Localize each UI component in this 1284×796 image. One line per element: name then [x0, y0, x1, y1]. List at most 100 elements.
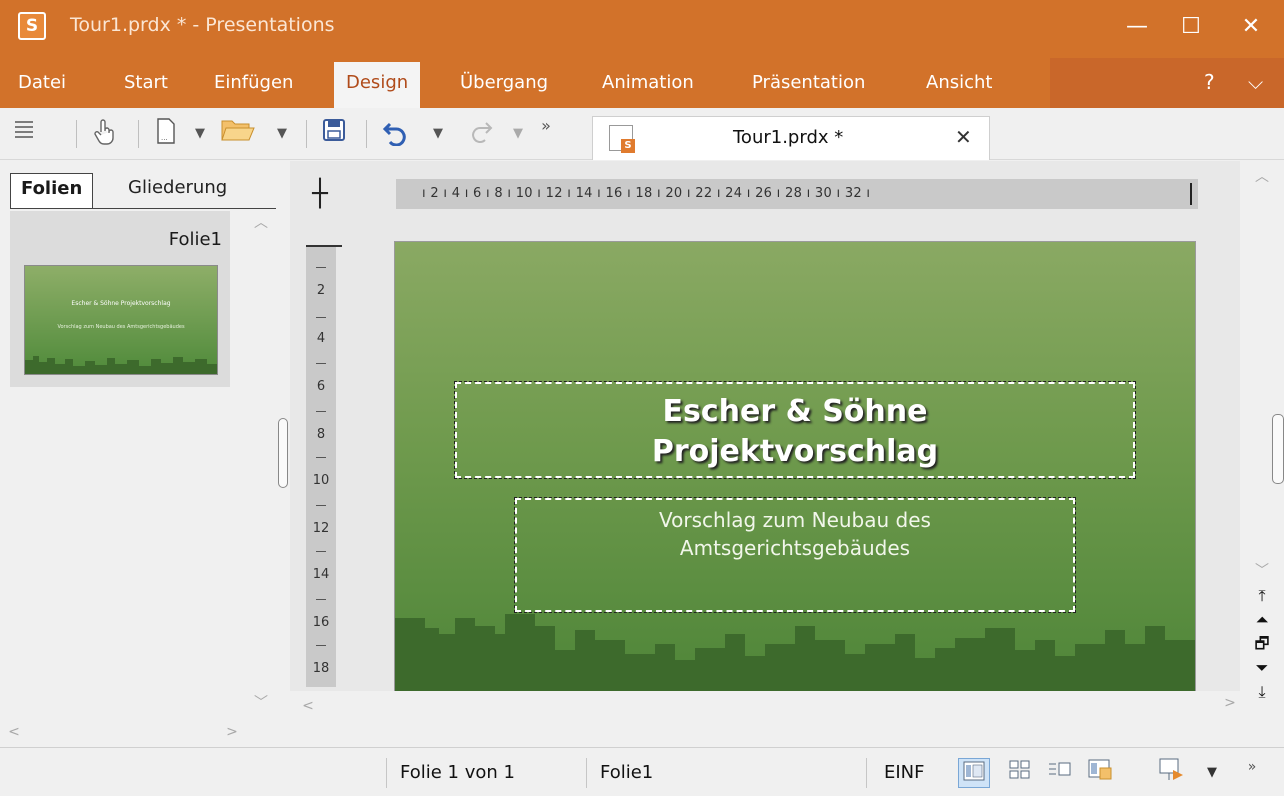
slide-title-line-2: Projektvorschlag	[651, 434, 939, 469]
slide-subtitle-line-2: Amtsgerichtsgebäudes	[679, 536, 911, 560]
horizontal-ruler: ı 2 ı 4 ı 6 ı 8 ı 10 ı 12 ı 14 ı 16 ı 18…	[396, 179, 1198, 209]
scroll-down-arrow-icon[interactable]: ﹀	[1248, 559, 1276, 583]
first-slide-icon[interactable]: ⤒	[1248, 585, 1276, 607]
menu-ansicht[interactable]: Ansicht	[926, 72, 992, 93]
undo-icon[interactable]	[378, 118, 414, 150]
open-folder-icon[interactable]	[218, 118, 258, 150]
menu-animation[interactable]: Animation	[602, 72, 694, 93]
maximize-button[interactable]: ☐	[1166, 6, 1216, 48]
scroll-left-arrow-icon[interactable]: <	[2, 720, 26, 744]
tab-divider	[10, 208, 276, 209]
ribbon-menu-bar: Datei Start Einfügen Design Übergang Ani…	[0, 58, 1284, 108]
ruler-dash	[316, 363, 326, 364]
sidebar-vertical-scrollbar[interactable]: ︿ ﹀	[246, 211, 276, 715]
scroll-right-arrow-icon[interactable]: >	[220, 720, 244, 744]
menu-uebergang[interactable]: Übergang	[460, 72, 548, 93]
menu-einfuegen[interactable]: Einfügen	[214, 72, 293, 93]
app-icon: S	[18, 12, 46, 40]
ruler-dash	[316, 457, 326, 458]
toolbar-separator	[306, 120, 307, 148]
quick-access-toolbar: ... ▼ ▼ ▼ ▼ » Tour1.prdx * ✕	[0, 108, 1284, 160]
ruler-origin-icon[interactable]: ┼	[306, 181, 334, 209]
slide-sidebar: Folien Gliederung Folie1 Escher & Söhne …	[0, 161, 276, 747]
new-document-dropdown-icon[interactable]: ▼	[190, 118, 210, 150]
svg-text:...: ...	[161, 134, 168, 142]
tab-folien[interactable]: Folien	[10, 173, 94, 209]
menu-design[interactable]: Design	[334, 62, 421, 108]
toolbar-overflow-icon[interactable]: »	[536, 110, 556, 142]
save-icon[interactable]	[318, 118, 350, 150]
menu-icon[interactable]	[10, 118, 38, 150]
slide-canvas[interactable]: Escher & Söhne Projektvorschlag Vorschla…	[394, 241, 1196, 695]
help-button[interactable]: ?	[1204, 70, 1215, 94]
thumbnail-subtitle: Vorschlag zum Neubau des Amtsgerichtsgeb…	[57, 324, 185, 330]
ruler-mark: 18	[312, 661, 330, 676]
tab-gliederung[interactable]: Gliederung	[118, 173, 237, 209]
document-tab[interactable]: Tour1.prdx * ✕	[592, 116, 990, 160]
previous-slide-icon[interactable]: ⏶	[1248, 609, 1276, 631]
horizontal-ruler-ticks: ı 2 ı 4 ı 6 ı 8 ı 10 ı 12 ı 14 ı 16 ı 18…	[422, 186, 871, 201]
toolbar-separator	[138, 120, 139, 148]
start-presentation-icon[interactable]	[1156, 758, 1188, 788]
ruler-mark: 8	[316, 427, 326, 442]
slide-name-status: Folie1	[600, 762, 654, 783]
ruler-dash	[316, 317, 326, 318]
ruler-dash	[316, 267, 326, 268]
scroll-up-arrow-icon[interactable]: ︿	[246, 211, 276, 235]
handout-view-icon[interactable]	[1084, 758, 1116, 788]
minimize-button[interactable]: —	[1112, 6, 1162, 48]
ruler-dash	[316, 645, 326, 646]
ruler-mark: 2	[316, 283, 326, 298]
ruler-dash	[316, 551, 326, 552]
presentation-file-icon	[609, 125, 635, 153]
insert-mode-status[interactable]: EINF	[884, 762, 925, 783]
next-slide-icon[interactable]: ⏷	[1248, 657, 1276, 679]
menu-datei[interactable]: Datei	[18, 72, 66, 93]
touch-hand-icon[interactable]	[88, 118, 120, 150]
thumbnail-skyline	[25, 356, 217, 374]
slide-sorter-view-icon[interactable]	[1004, 758, 1036, 788]
subtitle-placeholder[interactable]: Vorschlag zum Neubau des Amtsgerichtsgeb…	[514, 497, 1076, 613]
collapse-ribbon-button[interactable]: ⌵	[1248, 70, 1263, 94]
new-document-icon[interactable]: ...	[152, 118, 180, 150]
ruler-mark: 4	[316, 331, 326, 346]
toolbar-separator	[366, 120, 367, 148]
status-separator	[386, 758, 387, 788]
menu-start[interactable]: Start	[124, 72, 168, 93]
last-slide-icon[interactable]: ⤓	[1248, 681, 1276, 703]
scroll-left-arrow-icon[interactable]: <	[296, 694, 320, 718]
scroll-down-arrow-icon[interactable]: ﹀	[246, 691, 276, 715]
close-tab-icon[interactable]: ✕	[955, 125, 972, 149]
sidebar-splitter-handle[interactable]	[278, 418, 288, 488]
close-window-button[interactable]: ✕	[1226, 6, 1276, 48]
ruler-mark: 12	[312, 521, 330, 536]
outline-view-icon[interactable]	[1044, 758, 1076, 788]
normal-view-icon[interactable]	[958, 758, 990, 788]
title-placeholder[interactable]: Escher & Söhne Projektvorschlag	[454, 381, 1136, 479]
slide-navigator-icon[interactable]: 🗗	[1248, 633, 1276, 655]
ruler-mark: 14	[312, 567, 330, 582]
slide-editor: ┼ ı 2 ı 4 ı 6 ı 8 ı 10 ı 12 ı 14 ı 16 ı …	[290, 161, 1240, 721]
thumbnail-title: Escher & Söhne Projektvorschlag	[71, 300, 171, 307]
slide-thumbnail[interactable]: Folie1 Escher & Söhne Projektvorschlag V…	[10, 211, 230, 387]
ruler-right-margin-marker[interactable]	[1190, 183, 1192, 205]
menu-praesentation[interactable]: Präsentation	[752, 72, 865, 93]
scroll-up-arrow-icon[interactable]: ︿	[1248, 165, 1276, 189]
toolbar-separator	[76, 120, 77, 148]
ruler-mark: 16	[312, 615, 330, 630]
status-separator	[866, 758, 867, 788]
right-pane-splitter-handle[interactable]	[1272, 414, 1284, 484]
slide-title-line-1: Escher & Söhne	[662, 394, 928, 429]
ruler-dash	[316, 411, 326, 412]
open-dropdown-icon[interactable]: ▼	[272, 118, 292, 150]
title-bar: S Tour1.prdx * - Presentations — ☐ ✕	[0, 0, 1284, 58]
sidebar-horizontal-scrollbar[interactable]: < >	[0, 717, 246, 747]
undo-dropdown-icon[interactable]: ▼	[428, 118, 448, 150]
editor-horizontal-scrollbar[interactable]: <	[290, 691, 1240, 721]
status-overflow-icon[interactable]: »	[1242, 752, 1262, 782]
document-tab-label: Tour1.prdx *	[733, 127, 844, 148]
vertical-ruler: 2 4 6 8 10 12 14 16 18	[306, 245, 336, 687]
vertical-ruler-margin-marker[interactable]	[306, 245, 342, 247]
scroll-right-arrow-icon[interactable]: >	[1218, 691, 1242, 715]
presentation-dropdown-icon[interactable]: ▼	[1200, 758, 1224, 788]
